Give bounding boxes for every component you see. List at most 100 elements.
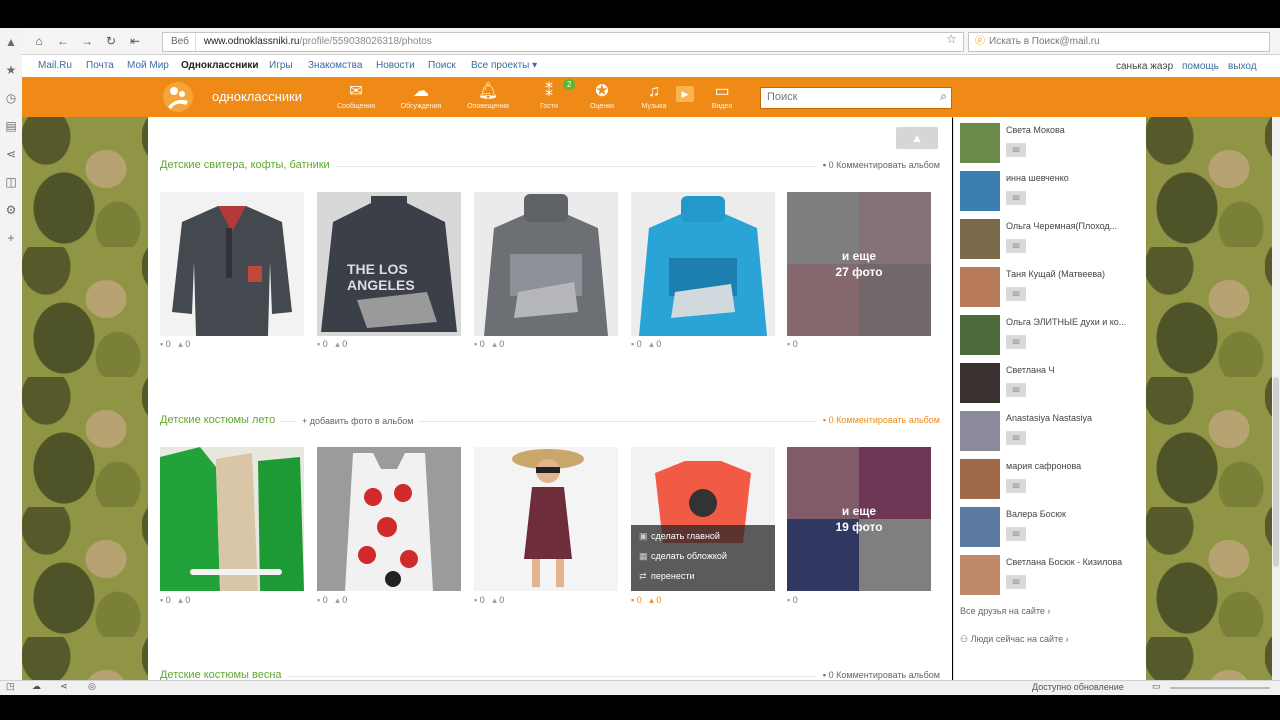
avatar[interactable] [960, 315, 1000, 355]
nav-ratings[interactable]: ✪ Оценки [574, 81, 630, 110]
back-arrow-icon[interactable]: ← [54, 32, 72, 50]
comment-icon[interactable]: ▪ [317, 595, 320, 605]
make-cover-menu-item[interactable]: ▦ сделать обложкой [631, 547, 775, 565]
message-envelope-icon[interactable]: ✉ [1006, 527, 1026, 541]
album-photo-more[interactable]: и еще 27 фото [787, 192, 931, 336]
like-icon[interactable]: ▴ [335, 339, 340, 349]
avatar[interactable] [960, 267, 1000, 307]
friend-name[interactable]: Ольга Черемная(Плоход... [1006, 221, 1140, 231]
comment-icon[interactable]: ▪ [631, 339, 634, 349]
home-panel-icon[interactable]: ▲ [0, 28, 22, 56]
reload-icon[interactable]: ↻ [102, 32, 120, 50]
album-photo[interactable] [474, 447, 618, 591]
album-title-spring-suits[interactable]: Детские костюмы весна [160, 669, 288, 680]
help-link[interactable]: помощь [1182, 61, 1219, 72]
current-user-link[interactable]: санька жаэр [1116, 61, 1173, 72]
message-envelope-icon[interactable]: ✉ [1006, 191, 1026, 205]
forward-arrow-icon[interactable]: → [78, 32, 96, 50]
album-photo[interactable] [631, 192, 775, 336]
message-envelope-icon[interactable]: ✉ [1006, 287, 1026, 301]
move-menu-item[interactable]: ⇄ перенести [631, 567, 775, 585]
logout-link[interactable]: выход [1228, 61, 1257, 72]
service-link-search[interactable]: Поиск [428, 60, 456, 71]
comment-icon[interactable]: ▪ [160, 595, 163, 605]
friend-item[interactable]: Светлана Босюк - Кизилова ✉ [960, 555, 1140, 599]
like-icon[interactable]: ▴ [492, 595, 497, 605]
rewind-icon[interactable]: ⇤ [126, 32, 144, 50]
friend-item[interactable]: инна шевченко ✉ [960, 171, 1140, 215]
album-photo[interactable]: THE LOS ANGELES [317, 192, 461, 336]
comment-icon[interactable]: ▪ [631, 595, 634, 605]
friend-item[interactable]: Света Мокова ✉ [960, 123, 1140, 167]
service-link-dating[interactable]: Знакомства [308, 60, 362, 71]
comment-album-link[interactable]: ▪ 0 Комментировать альбом [816, 160, 940, 170]
message-envelope-icon[interactable]: ✉ [1006, 479, 1026, 493]
update-available-label[interactable]: Доступно обновление [1032, 682, 1124, 692]
album-title-sweaters[interactable]: Детские свитера, кофты, батники [160, 159, 336, 171]
message-envelope-icon[interactable]: ✉ [1006, 431, 1026, 445]
message-envelope-icon[interactable]: ✉ [1006, 575, 1026, 589]
nav-notifications[interactable]: 🔔︎ Оповещения [460, 81, 516, 110]
comment-icon[interactable]: ▪ [787, 339, 790, 349]
message-envelope-icon[interactable]: ✉ [1006, 335, 1026, 349]
album-photo-hovered[interactable]: ▣ сделать главной ▦ сделать обложкой ⇄ пере… [631, 447, 775, 591]
friend-name[interactable]: мария сафронова [1006, 461, 1140, 471]
nav-messages[interactable]: ✉ Сообщения [328, 81, 384, 110]
comment-icon[interactable]: ▪ [474, 339, 477, 349]
service-link-myworld[interactable]: Мой Мир [127, 60, 169, 71]
album-photo-more[interactable]: и еще 19 фото [787, 447, 931, 591]
view-icon[interactable]: ▭ [1152, 681, 1161, 692]
album-photo[interactable] [317, 447, 461, 591]
page-scrollbar[interactable] [1272, 117, 1280, 680]
make-main-menu-item[interactable]: ▣ сделать главной [631, 527, 775, 545]
avatar[interactable] [960, 363, 1000, 403]
add-panel-icon[interactable]: + [0, 224, 22, 252]
service-link-news[interactable]: Новости [376, 60, 415, 71]
avatar[interactable] [960, 507, 1000, 547]
album-photo[interactable] [474, 192, 618, 336]
friend-name[interactable]: Светлана Ч [1006, 365, 1140, 375]
friend-item[interactable]: Ольга Черемная(Плоход... ✉ [960, 219, 1140, 263]
scrollbar-thumb[interactable] [1273, 377, 1279, 567]
friend-name[interactable]: инна шевченко [1006, 173, 1140, 183]
like-icon[interactable]: ▴ [335, 595, 340, 605]
service-link-games[interactable]: Игры [269, 60, 293, 71]
friend-item[interactable]: Таня Кущай (Матвеева) ✉ [960, 267, 1140, 311]
all-friends-link[interactable]: Все друзья на сайте › [960, 606, 1050, 616]
home-icon[interactable]: ⌂ [30, 32, 48, 50]
message-envelope-icon[interactable]: ✉ [1006, 383, 1026, 397]
avatar[interactable] [960, 123, 1000, 163]
message-envelope-icon[interactable]: ✉ [1006, 239, 1026, 253]
search-icon[interactable]: ⌕ [940, 89, 947, 104]
like-icon[interactable]: ▴ [649, 595, 654, 605]
like-icon[interactable]: ▴ [178, 339, 183, 349]
panel-icon[interactable]: ◫ [0, 168, 22, 196]
nav-music[interactable]: ♫ Музыка [626, 81, 682, 110]
album-photo[interactable] [160, 447, 304, 591]
message-envelope-icon[interactable]: ✉ [1006, 143, 1026, 157]
friend-name[interactable]: Anastasiya Nastasiya [1006, 413, 1140, 423]
url-field[interactable]: Веб www.odnoklassniki.ru/profile/55903802… [162, 32, 964, 52]
friend-name[interactable]: Таня Кущай (Матвеева) [1006, 269, 1140, 279]
friend-item[interactable]: Ольга ЭЛИТНЫЕ духи и ко... ✉ [960, 315, 1140, 359]
service-link-mailru[interactable]: Mail.Ru [38, 60, 72, 71]
like-icon[interactable]: ▴ [178, 595, 183, 605]
friend-name[interactable]: Валера Босюк [1006, 509, 1140, 519]
share-icon[interactable]: ⋖ [60, 681, 68, 692]
avatar[interactable] [960, 171, 1000, 211]
comment-icon[interactable]: ▪ [474, 595, 477, 605]
bookmarks-star-icon[interactable]: ★ [0, 56, 22, 84]
settings-icon[interactable]: ⚙ [0, 196, 22, 224]
avatar[interactable] [960, 219, 1000, 259]
service-link-odnoklassniki[interactable]: Одноклассники [181, 60, 259, 71]
comment-album-link[interactable]: ▪ 0 Комментировать альбом [816, 415, 940, 425]
music-play-icon[interactable]: ▶ [676, 86, 694, 102]
album-photo[interactable] [160, 192, 304, 336]
window-icon[interactable]: ◳ [6, 681, 15, 692]
comment-icon[interactable]: ▪ [787, 595, 790, 605]
service-link-mail[interactable]: Почта [86, 60, 114, 71]
portal-logo-text[interactable]: одноклассники [212, 89, 302, 104]
browser-search-field[interactable]: ⓟ Искать в Поиск@mail.ru [968, 32, 1270, 52]
album-title-summer-suits[interactable]: Детские костюмы лето [160, 414, 282, 426]
add-photo-link[interactable]: + добавить фото в альбом [296, 416, 420, 426]
